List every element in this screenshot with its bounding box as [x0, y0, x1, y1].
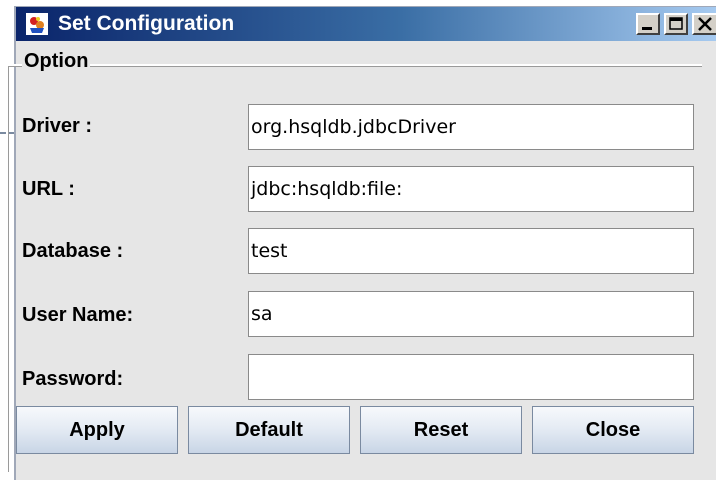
- url-input[interactable]: jdbc:hsqldb:file:: [248, 166, 694, 212]
- username-label: User Name:: [22, 304, 134, 326]
- minimize-icon: [642, 27, 652, 30]
- database-input[interactable]: test: [248, 228, 694, 274]
- close-button[interactable]: Close: [532, 406, 694, 454]
- password-label: Password:: [22, 368, 124, 390]
- apply-button[interactable]: Apply: [16, 406, 178, 454]
- option-legend: Option: [22, 50, 91, 73]
- maximize-icon: [669, 17, 683, 30]
- driver-label: Driver :: [22, 115, 93, 137]
- url-label: URL :: [22, 178, 75, 200]
- window-title: Set Configuration: [58, 12, 235, 35]
- close-icon: [698, 17, 712, 31]
- maximize-button[interactable]: [664, 13, 688, 35]
- java-cup-icon: [26, 13, 48, 35]
- minimize-button[interactable]: [636, 13, 660, 35]
- close-window-button[interactable]: [692, 13, 716, 35]
- username-input[interactable]: sa: [248, 291, 694, 337]
- driver-input[interactable]: org.hsqldb.jdbcDriver: [248, 104, 694, 150]
- default-button[interactable]: Default: [188, 406, 350, 454]
- password-input[interactable]: [248, 354, 694, 400]
- reset-button[interactable]: Reset: [360, 406, 522, 454]
- title-bar[interactable]: Set Configuration: [16, 7, 716, 41]
- database-label: Database :: [22, 240, 124, 262]
